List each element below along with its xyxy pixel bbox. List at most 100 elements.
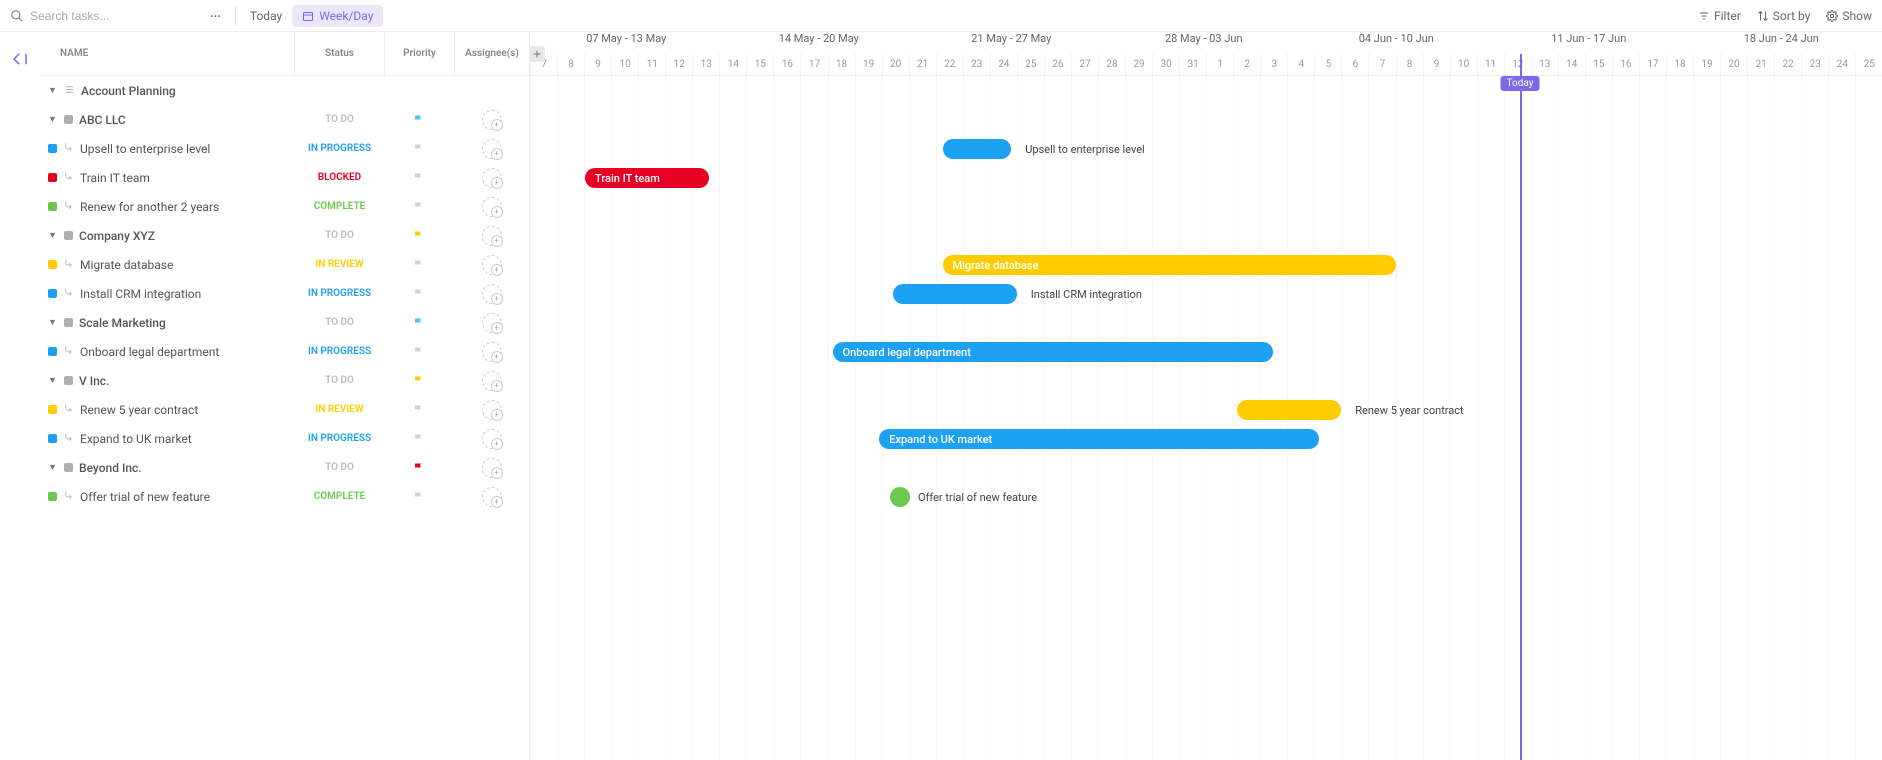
status-cell[interactable]: TO DO bbox=[294, 462, 384, 473]
caret-icon[interactable]: ▼ bbox=[48, 230, 58, 241]
task-row[interactable]: Expand to UK market IN PROGRESS bbox=[40, 424, 529, 453]
priority-cell[interactable] bbox=[384, 491, 454, 503]
group-row[interactable]: ▼ Scale Marketing TO DO bbox=[40, 308, 529, 337]
status-cell[interactable]: BLOCKED bbox=[294, 172, 384, 183]
assignee-placeholder[interactable] bbox=[482, 458, 502, 478]
status-square[interactable] bbox=[48, 260, 57, 269]
add-column-button[interactable] bbox=[530, 46, 545, 62]
status-cell[interactable]: IN PROGRESS bbox=[294, 288, 384, 299]
status-square[interactable] bbox=[48, 202, 57, 211]
more-menu-button[interactable]: ··· bbox=[210, 9, 221, 23]
caret-icon[interactable]: ▼ bbox=[48, 375, 58, 386]
priority-cell[interactable] bbox=[384, 375, 454, 387]
assignee-placeholder[interactable] bbox=[482, 371, 502, 391]
caret-icon[interactable]: ▼ bbox=[48, 462, 58, 473]
assignee-placeholder[interactable] bbox=[482, 197, 502, 217]
status-cell[interactable]: IN REVIEW bbox=[294, 259, 384, 270]
col-name[interactable]: NAME bbox=[40, 48, 294, 59]
priority-cell[interactable] bbox=[384, 172, 454, 184]
status-square[interactable] bbox=[48, 289, 57, 298]
col-assignee[interactable]: Assignee(s) bbox=[454, 32, 529, 75]
priority-cell[interactable] bbox=[384, 230, 454, 242]
status-cell[interactable]: IN PROGRESS bbox=[294, 346, 384, 357]
task-row[interactable]: Install CRM integration IN PROGRESS bbox=[40, 279, 529, 308]
status-cell[interactable]: IN PROGRESS bbox=[294, 143, 384, 154]
gantt-bar[interactable] bbox=[890, 487, 910, 507]
priority-cell[interactable] bbox=[384, 346, 454, 358]
today-button[interactable]: Today bbox=[250, 9, 282, 23]
caret-icon[interactable]: ▼ bbox=[48, 85, 58, 96]
status-square[interactable] bbox=[64, 318, 73, 327]
priority-cell[interactable] bbox=[384, 288, 454, 300]
priority-cell[interactable] bbox=[384, 201, 454, 213]
status-square[interactable] bbox=[64, 376, 73, 385]
assignee-placeholder[interactable] bbox=[482, 255, 502, 275]
gantt-bar[interactable] bbox=[1237, 400, 1342, 420]
task-row[interactable]: Train IT team BLOCKED bbox=[40, 163, 529, 192]
task-row[interactable]: Onboard legal department IN PROGRESS bbox=[40, 337, 529, 366]
assignee-placeholder[interactable] bbox=[482, 139, 502, 159]
status-square[interactable] bbox=[64, 115, 73, 124]
expand-panel-button[interactable] bbox=[0, 32, 40, 760]
status-cell[interactable]: TO DO bbox=[294, 114, 384, 125]
priority-cell[interactable] bbox=[384, 462, 454, 474]
caret-icon[interactable]: ▼ bbox=[48, 317, 58, 328]
task-row[interactable]: Migrate database IN REVIEW bbox=[40, 250, 529, 279]
search[interactable] bbox=[10, 9, 150, 23]
assignee-placeholder[interactable] bbox=[482, 429, 502, 449]
group-row[interactable]: ▼ ABC LLC TO DO bbox=[40, 105, 529, 134]
priority-cell[interactable] bbox=[384, 259, 454, 271]
task-row[interactable]: Renew 5 year contract IN REVIEW bbox=[40, 395, 529, 424]
gantt-bar[interactable]: Expand to UK market bbox=[879, 429, 1319, 449]
gantt-bar[interactable]: Onboard legal department bbox=[833, 342, 1273, 362]
task-row[interactable]: Upsell to enterprise level IN PROGRESS bbox=[40, 134, 529, 163]
gantt-bar[interactable]: Train IT team bbox=[585, 168, 709, 188]
status-square[interactable] bbox=[48, 173, 57, 182]
sortby-button[interactable]: Sort by bbox=[1757, 9, 1811, 23]
status-square[interactable] bbox=[64, 231, 73, 240]
priority-cell[interactable] bbox=[384, 143, 454, 155]
assignee-placeholder[interactable] bbox=[482, 168, 502, 188]
gantt-body[interactable]: Today Upsell to enterprise levelTrain IT… bbox=[530, 76, 1882, 760]
weekday-button[interactable]: Week/Day bbox=[292, 5, 383, 27]
filter-button[interactable]: Filter bbox=[1698, 9, 1741, 23]
status-cell[interactable]: COMPLETE bbox=[294, 491, 384, 502]
priority-cell[interactable] bbox=[384, 433, 454, 445]
group-row[interactable]: ▼ Company XYZ TO DO bbox=[40, 221, 529, 250]
assignee-placeholder[interactable] bbox=[482, 342, 502, 362]
status-cell[interactable]: COMPLETE bbox=[294, 201, 384, 212]
gantt-bar[interactable] bbox=[943, 139, 1012, 159]
assignee-placeholder[interactable] bbox=[482, 400, 502, 420]
assignee-placeholder[interactable] bbox=[482, 226, 502, 246]
gantt-bar[interactable] bbox=[893, 284, 1017, 304]
show-button[interactable]: Show bbox=[1826, 9, 1872, 23]
task-row[interactable]: Renew for another 2 years COMPLETE bbox=[40, 192, 529, 221]
caret-icon[interactable]: ▼ bbox=[48, 114, 58, 125]
status-cell[interactable]: TO DO bbox=[294, 375, 384, 386]
priority-cell[interactable] bbox=[384, 317, 454, 329]
assignee-placeholder[interactable] bbox=[482, 110, 502, 130]
priority-cell[interactable] bbox=[384, 114, 454, 126]
status-cell[interactable]: TO DO bbox=[294, 230, 384, 241]
search-input[interactable] bbox=[30, 9, 150, 23]
group-row[interactable]: ▼ Beyond Inc. TO DO bbox=[40, 453, 529, 482]
priority-cell[interactable] bbox=[384, 404, 454, 416]
assignee-placeholder[interactable] bbox=[482, 284, 502, 304]
status-cell[interactable]: IN REVIEW bbox=[294, 404, 384, 415]
status-square[interactable] bbox=[48, 434, 57, 443]
status-square[interactable] bbox=[48, 144, 57, 153]
assignee-placeholder[interactable] bbox=[482, 313, 502, 333]
status-square[interactable] bbox=[48, 492, 57, 501]
list-root[interactable]: ▼ Account Planning bbox=[40, 76, 529, 105]
status-square[interactable] bbox=[48, 405, 57, 414]
gantt-bar[interactable]: Migrate database bbox=[943, 255, 1397, 275]
status-cell[interactable]: IN PROGRESS bbox=[294, 433, 384, 444]
status-square[interactable] bbox=[48, 347, 57, 356]
group-row[interactable]: ▼ V Inc. TO DO bbox=[40, 366, 529, 395]
col-status[interactable]: Status bbox=[294, 32, 384, 75]
assignee-placeholder[interactable] bbox=[482, 487, 502, 507]
col-priority[interactable]: Priority bbox=[384, 32, 454, 75]
task-row[interactable]: Offer trial of new feature COMPLETE bbox=[40, 482, 529, 511]
status-square[interactable] bbox=[64, 463, 73, 472]
status-cell[interactable]: TO DO bbox=[294, 317, 384, 328]
